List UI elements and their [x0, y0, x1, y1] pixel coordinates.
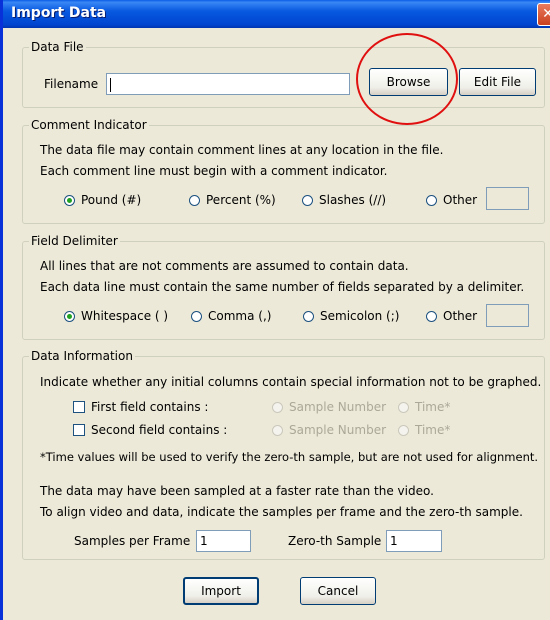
radio-comment-other-dot	[426, 195, 437, 206]
samples-per-frame-input[interactable]: 1	[196, 530, 251, 552]
highlight-circle-annotation	[356, 33, 458, 125]
filename-label: Filename	[44, 77, 99, 91]
filename-input[interactable]	[106, 73, 350, 95]
rate-desc-2: To align video and data, indicate the sa…	[40, 505, 523, 519]
second-sample-number-radio[interactable]: Sample Number	[272, 423, 386, 437]
delimiter-desc-2: Each data line must contain the same num…	[40, 280, 525, 294]
dialog-title: Import Data	[11, 5, 107, 21]
first-time-radio[interactable]: Time*	[398, 400, 450, 414]
comment-desc-2: Each comment line must begin with a comm…	[40, 164, 388, 178]
first-field-checkbox[interactable]: First field contains :	[73, 400, 208, 414]
import-button[interactable]: Import	[183, 577, 259, 605]
radio-semicolon[interactable]: Semicolon (;)	[303, 309, 399, 323]
comment-other-input[interactable]	[486, 187, 529, 210]
zeroth-sample-input[interactable]: 1	[386, 530, 442, 552]
import-data-dialog: Import Data ✕ Data File Filename Browse …	[0, 0, 550, 620]
radio-percent-dot	[189, 195, 200, 206]
radio-comma[interactable]: Comma (,)	[191, 309, 271, 323]
rate-desc-1: The data may have been sampled at a fast…	[40, 484, 434, 498]
radio-pound[interactable]: Pound (#)	[64, 193, 141, 207]
first-sample-number-radio[interactable]: Sample Number	[272, 400, 386, 414]
title-bar[interactable]: Import Data ✕	[3, 0, 550, 28]
delimiter-desc-1: All lines that are not comments are assu…	[40, 259, 409, 273]
radio-comment-other[interactable]: Other	[426, 193, 477, 207]
radio-slashes[interactable]: Slashes (//)	[302, 193, 386, 207]
second-field-checkbox[interactable]: Second field contains :	[73, 423, 227, 437]
data-file-legend: Data File	[31, 40, 84, 54]
radio-whitespace[interactable]: Whitespace ( )	[64, 309, 168, 323]
radio-delimiter-other-dot	[426, 311, 437, 322]
close-icon: ✕	[542, 6, 550, 22]
radio-whitespace-dot	[64, 311, 75, 322]
text-cursor	[110, 77, 111, 92]
comment-indicator-legend: Comment Indicator	[31, 118, 147, 132]
time-note: *Time values will be used to verify the …	[40, 450, 539, 464]
first-field-checkbox-box	[73, 401, 85, 413]
field-delimiter-legend: Field Delimiter	[31, 234, 118, 248]
radio-comma-dot	[191, 311, 202, 322]
radio-semicolon-dot	[303, 311, 314, 322]
radio-delimiter-other[interactable]: Other	[426, 309, 477, 323]
zeroth-sample-label: Zero-th Sample	[288, 534, 382, 548]
second-field-checkbox-box	[73, 424, 85, 436]
edit-file-button[interactable]: Edit File	[459, 68, 536, 96]
comment-desc-1: The data file may contain comment lines …	[40, 143, 444, 157]
radio-percent[interactable]: Percent (%)	[189, 193, 276, 207]
radio-pound-dot	[64, 195, 75, 206]
radio-slashes-dot	[302, 195, 313, 206]
second-time-radio[interactable]: Time*	[398, 423, 450, 437]
close-button[interactable]: ✕	[537, 3, 550, 26]
delimiter-other-input[interactable]	[486, 304, 529, 327]
cancel-button[interactable]: Cancel	[300, 577, 376, 605]
info-desc: Indicate whether any initial columns con…	[40, 375, 542, 389]
data-information-legend: Data Information	[31, 349, 133, 363]
samples-per-frame-label: Samples per Frame	[74, 534, 191, 548]
